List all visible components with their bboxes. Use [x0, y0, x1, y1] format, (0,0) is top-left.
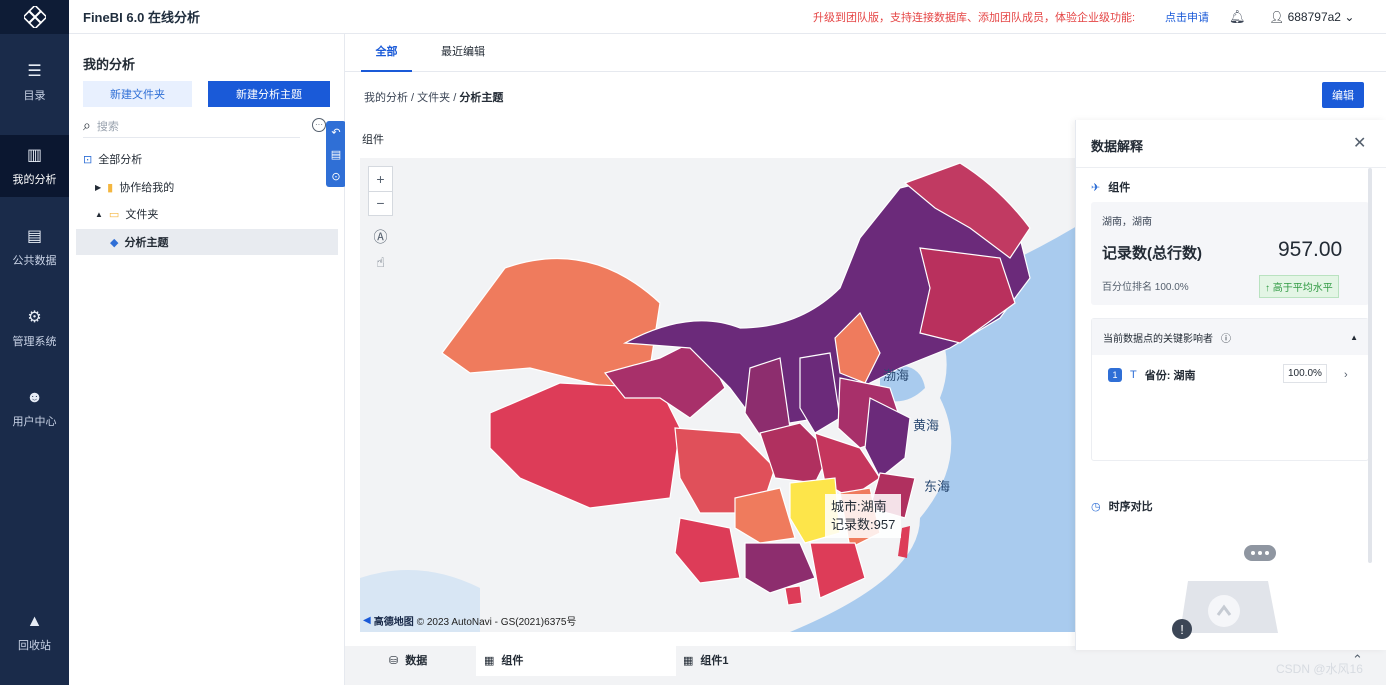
nav-public-data[interactable]: ▤ 公共数据 [0, 216, 69, 278]
chart-icon: ▦ [484, 655, 495, 667]
search-input[interactable]: ⌕ 搜索 [83, 114, 300, 138]
subject-icon: ◆ [110, 236, 119, 249]
more-icon[interactable]: ··· [312, 118, 326, 132]
panel-title: 数据解释 [1091, 139, 1144, 154]
folder-icon: ▮ [107, 181, 114, 194]
sidebar-title: 我的分析 [83, 57, 136, 72]
watermark: CSDN @水风16 [1276, 662, 1363, 676]
zoom-in-button[interactable]: + [369, 167, 392, 191]
bottom-tabs: ⛁ 数据 ▦ 组件 ▦ 组件1 [345, 646, 1386, 685]
sea-label: 渤海 [883, 368, 910, 383]
tab-component1[interactable]: ▦ 组件1 [683, 646, 729, 676]
tab-data[interactable]: ⛁ 数据 [389, 646, 427, 676]
rank-badge: 1 [1108, 368, 1122, 382]
analysis-icon: ▥ [26, 147, 43, 164]
nav-catalog[interactable]: ☰ 目录 [0, 51, 69, 113]
finebi-logo[interactable] [0, 0, 69, 34]
tree-item-all[interactable]: ⊡ 全部分析 [83, 146, 142, 172]
new-folder-button[interactable]: 新建文件夹 [83, 81, 192, 107]
chevron-down-icon: ⌄ [1344, 9, 1355, 24]
collapse-circle-icon[interactable]: ⊙ [331, 170, 340, 183]
main-nav: ☰ 目录 ▥ 我的分析 ▤ 公共数据 ⚙ 管理系统 ☻ 用户中心 ▲ 回收站 [0, 0, 69, 685]
app-title: FineBI 6.0 在线分析 [83, 10, 201, 25]
tab-recent[interactable]: 最近编辑 [441, 34, 485, 72]
search-icon: ⌕ [83, 117, 91, 133]
nav-user-center[interactable]: ☻ 用户中心 [0, 378, 69, 440]
tree-item-shared[interactable]: ▶ ▮ 协作给我的 [95, 174, 174, 200]
tree-item-folder[interactable]: ▲ ▭ 文件夹 [95, 201, 158, 227]
sea-label: 东海 [924, 479, 951, 494]
component-title: 组件 [362, 134, 384, 146]
map-graphic [360, 158, 1090, 632]
user-icon: 👤︎ [1269, 9, 1285, 24]
svg-text:!: ! [1180, 622, 1184, 637]
nav-recycle[interactable]: ▲ 回收站 [0, 602, 69, 664]
amap-logo-icon: ◀ [363, 615, 371, 626]
factor-value: 100.0% [1283, 364, 1327, 383]
zoom-control: + − [368, 166, 393, 216]
bird-icon: ✈ [1091, 181, 1101, 194]
new-subject-button[interactable]: 新建分析主题 [208, 81, 330, 107]
tree-item-subject[interactable]: ◆ 分析主题 [76, 229, 338, 255]
database-icon: ⛁ [389, 655, 399, 667]
lasso-select-icon[interactable]: Ⓐ [368, 224, 393, 249]
tab-all[interactable]: 全部 [361, 34, 412, 72]
chevron-right-icon[interactable]: › [1344, 369, 1348, 381]
chart-icon: ▦ [683, 655, 694, 667]
map-tooltip: 城市:湖南 记录数:957 [825, 494, 902, 538]
collapse-icon: ▲ [95, 209, 103, 219]
user-menu[interactable]: 👤︎ 688797a2 ⌄ [1269, 10, 1354, 24]
admin-icon: ⚙ [27, 309, 42, 326]
chart-icon: ⊡ [83, 153, 93, 166]
close-icon[interactable]: ✕ [1353, 133, 1366, 153]
tab-component[interactable]: ▦ 组件 [476, 646, 676, 676]
recycle-icon: ▲ [26, 613, 43, 630]
folder-icon: ▭ [108, 208, 120, 221]
nav-my-analysis[interactable]: ▥ 我的分析 [0, 135, 69, 197]
undo-icon[interactable]: ↶ [331, 126, 340, 139]
catalog-icon: ☰ [27, 63, 42, 80]
sea-label: 黄海 [913, 418, 940, 433]
user-center-icon: ☻ [26, 389, 43, 406]
edit-button[interactable]: 编辑 [1322, 82, 1364, 108]
key-factors: 当前数据点的关键影响者 ⓘ ▲ 1 T 省份: 湖南 100.0% › [1091, 318, 1369, 461]
analysis-sidebar: 我的分析 新建文件夹 新建分析主题 ⌕ 搜索 ··· ⊡ 全部分析 ▶ ▮ 协作… [69, 34, 345, 685]
upgrade-promo: 升级到团队版，支持连接数据库、添加团队成员，体验企业级功能: [813, 11, 1136, 24]
main-tabs: 全部 最近编辑 [345, 34, 1386, 72]
empty-illustration: ! [1168, 541, 1288, 644]
apply-link[interactable]: 点击申请 [1165, 9, 1209, 25]
zoom-out-button[interactable]: − [369, 190, 392, 216]
breadcrumb: 我的分析 / 文件夹 / 分析主题 [364, 92, 504, 104]
map-attribution: ◀ 高德地图 © 2023 AutoNavi - GS(2021)6375号 [363, 615, 577, 628]
timing-header: ◷ 时序对比 [1091, 500, 1153, 514]
text-field-icon: T [1130, 369, 1137, 381]
top-bar: FineBI 6.0 在线分析 升级到团队版，支持连接数据库、添加团队成员，体验… [69, 0, 1386, 34]
factor-row[interactable]: 1 T 省份: 湖南 100.0% › [1108, 364, 1358, 383]
public-data-icon: ▤ [26, 228, 43, 245]
collapse-icon[interactable]: ▲ [1350, 333, 1358, 342]
metric-card: 湖南，湖南 记录数(总行数) 957.00 百分位排名 100.0% ↑ 高于平… [1091, 202, 1369, 305]
china-map[interactable]: + − Ⓐ ☝ 渤海 黄海 东海 城市:湖南 记录数:957 ◀ 高德地图 © … [360, 158, 1090, 632]
nav-admin[interactable]: ⚙ 管理系统 [0, 297, 69, 359]
status-badge: ↑ 高于平均水平 [1259, 275, 1339, 298]
comment-icon[interactable]: ▤ [331, 148, 341, 161]
expand-icon: ▶ [95, 182, 102, 192]
hand-pan-icon[interactable]: ☝ [368, 250, 393, 275]
bell-icon[interactable]: 🔔︎ [1229, 9, 1246, 25]
component-header: ✈ 组件 [1091, 181, 1131, 195]
floating-toolbar: ↶ ▤ ⊙ [326, 121, 346, 187]
help-icon[interactable]: ⓘ [1221, 330, 1231, 345]
data-explain-panel: 数据解释 ✕ ✈ 组件 湖南，湖南 记录数(总行数) 957.00 百分位排名 … [1075, 120, 1386, 650]
panel-scrollbar[interactable] [1368, 168, 1372, 563]
clock-icon: ◷ [1091, 500, 1101, 513]
